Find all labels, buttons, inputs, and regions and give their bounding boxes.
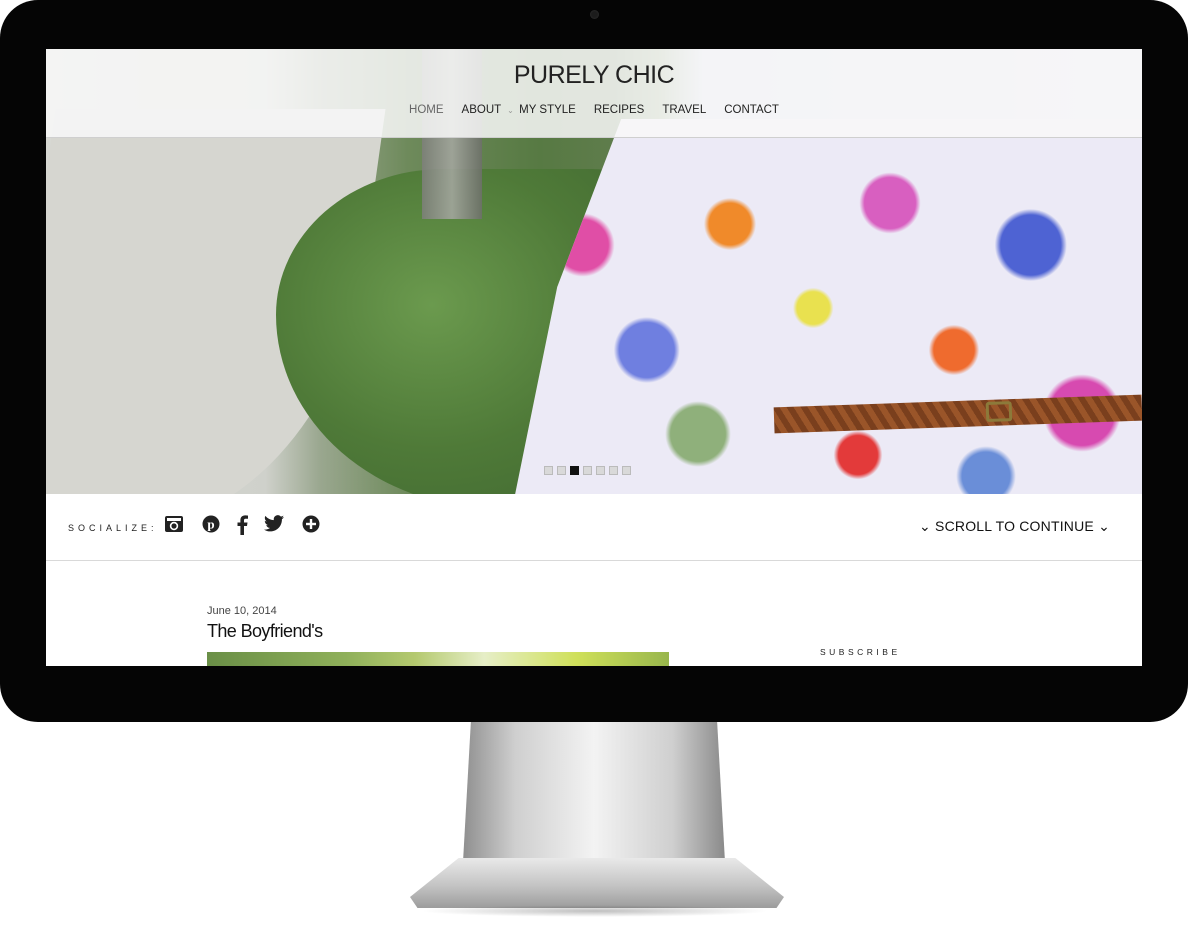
slider-dot[interactable] xyxy=(583,466,592,475)
camera-icon xyxy=(590,10,599,19)
slider-dot-active[interactable] xyxy=(570,466,579,475)
site-title[interactable]: PURELY CHIC xyxy=(46,61,1142,90)
instagram-icon[interactable] xyxy=(164,515,184,535)
svg-text:p: p xyxy=(207,517,214,532)
nav-item-home[interactable]: HOME xyxy=(400,104,453,116)
monitor-stand-neck xyxy=(463,722,725,862)
subscribe-heading: SUBSCRIBE xyxy=(820,647,901,657)
slider-dot[interactable] xyxy=(609,466,618,475)
post-date: June 10, 2014 xyxy=(207,605,277,617)
site-header: PURELY CHIC HOME ABOUT ⌄ MY STYLE RECIPES… xyxy=(46,49,1142,138)
slider-dot[interactable] xyxy=(544,466,553,475)
scroll-to-continue-link[interactable]: ⌄ SCROLL TO CONTINUE ⌄ xyxy=(919,518,1110,535)
nav-item-about[interactable]: ABOUT xyxy=(453,104,511,116)
facebook-icon[interactable] xyxy=(232,515,252,535)
main-nav: HOME ABOUT ⌄ MY STYLE RECIPES TRAVEL CONT… xyxy=(46,104,1142,116)
socialize-label: SOCIALIZE: xyxy=(68,523,158,533)
belt-buckle xyxy=(985,401,1013,423)
twitter-icon[interactable] xyxy=(264,515,284,535)
slider-dot[interactable] xyxy=(622,466,631,475)
scroll-label: SCROLL TO CONTINUE xyxy=(935,518,1094,534)
monitor-bezel: PURELY CHIC HOME ABOUT ⌄ MY STYLE RECIPES… xyxy=(0,0,1188,722)
content-area: June 10, 2014 The Boyfriend's SUBSCRIBE xyxy=(46,561,1142,666)
chevron-down-icon: ⌄ xyxy=(507,106,514,115)
monitor-stand-shadow xyxy=(420,905,770,917)
nav-item-travel[interactable]: TRAVEL xyxy=(653,104,715,116)
chevron-down-icon: ⌄ xyxy=(919,518,931,534)
pinterest-icon[interactable]: p xyxy=(201,515,221,535)
nav-item-label: MY STYLE xyxy=(519,104,576,116)
social-bar: SOCIALIZE: p ⌄ SCROLL TO CONTINUE ⌄ xyxy=(46,494,1142,561)
website-screen: PURELY CHIC HOME ABOUT ⌄ MY STYLE RECIPES… xyxy=(46,49,1142,666)
chevron-down-icon: ⌄ xyxy=(1098,518,1110,534)
post-title[interactable]: The Boyfriend's xyxy=(207,621,323,642)
hero-floral-dress xyxy=(506,119,1142,494)
slider-dot[interactable] xyxy=(557,466,566,475)
slider-dot[interactable] xyxy=(596,466,605,475)
plus-icon[interactable] xyxy=(301,515,321,535)
nav-item-contact[interactable]: CONTACT xyxy=(715,104,788,116)
slider-dots xyxy=(544,466,631,475)
nav-item-recipes[interactable]: RECIPES xyxy=(585,104,654,116)
nav-item-my-style[interactable]: ⌄ MY STYLE xyxy=(507,104,585,116)
post-image[interactable] xyxy=(207,652,669,666)
monitor-stand-base xyxy=(410,858,784,908)
